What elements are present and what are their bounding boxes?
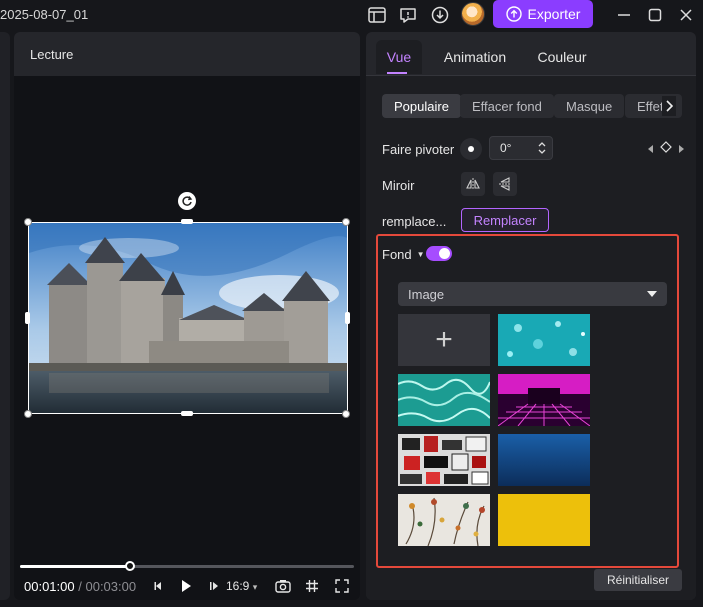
- reset-button[interactable]: Réinitialiser: [594, 569, 682, 591]
- timeline-scrubber[interactable]: [20, 561, 354, 571]
- add-background-image-button[interactable]: +: [398, 314, 490, 366]
- chevron-right-icon[interactable]: [662, 96, 676, 116]
- background-type-select[interactable]: Image: [398, 282, 667, 306]
- background-thumb-blue-gradient[interactable]: [498, 434, 590, 486]
- download-icon[interactable]: [429, 4, 451, 26]
- export-button[interactable]: Exporter: [493, 0, 593, 28]
- aspect-ratio-dropdown[interactable]: 16:9 ▾: [226, 579, 257, 593]
- next-keyframe-icon[interactable]: [678, 141, 684, 156]
- main-tab-bar: Vue Animation Couleur: [366, 32, 696, 76]
- fullscreen-icon[interactable]: [334, 578, 350, 594]
- player-header: Lecture: [14, 32, 360, 76]
- timeline-knob[interactable]: [125, 561, 136, 571]
- minimize-icon[interactable]: [613, 4, 635, 26]
- upload-icon: [505, 6, 522, 22]
- maximize-icon[interactable]: [644, 4, 666, 26]
- background-thumb-floral-pattern[interactable]: [398, 494, 490, 546]
- keyframe-controls: [648, 140, 684, 156]
- background-label: Fond: [382, 247, 412, 262]
- background-toggle-switch[interactable]: [426, 246, 452, 261]
- rotate-stepper[interactable]: [538, 140, 546, 156]
- rotate-label: Faire pivoter: [382, 142, 455, 157]
- replace-button-label: Remplacer: [473, 212, 537, 228]
- keyframe-diamond-icon[interactable]: [660, 140, 672, 156]
- rotate-dial[interactable]: [460, 138, 482, 160]
- properties-panel: Vue Animation Couleur Populaire Effacer …: [366, 32, 696, 600]
- snapshot-icon[interactable]: [275, 578, 291, 594]
- resize-handle-right[interactable]: [345, 312, 350, 324]
- tab-vue[interactable]: Vue: [376, 40, 422, 74]
- playback-controls: 00:01:00 / 00:03:00 16:9 ▾: [14, 576, 360, 596]
- time-display: 00:01:00 / 00:03:00: [24, 579, 136, 594]
- close-icon[interactable]: [675, 4, 697, 26]
- plus-icon: +: [435, 323, 453, 356]
- background-thumb-pool-water[interactable]: [398, 374, 490, 426]
- layout-icon[interactable]: [366, 4, 388, 26]
- project-title: 2025-08-07_01: [0, 7, 89, 22]
- title-bar: 2025-08-07_01 Exporter: [0, 0, 703, 30]
- play-icon[interactable]: [178, 578, 194, 594]
- subtab-effacer-fond[interactable]: Effacer fond: [460, 94, 554, 118]
- tab-label: Animation: [443, 49, 507, 65]
- replace-label: remplace...: [382, 214, 447, 229]
- feedback-icon[interactable]: [397, 4, 419, 26]
- subtab-label: Masque: [566, 98, 613, 114]
- dropdown-arrow-icon: [647, 291, 657, 297]
- background-thumb-sticker-collage[interactable]: [398, 434, 490, 486]
- subtab-label: Populaire: [394, 98, 449, 114]
- tab-label: Vue: [386, 49, 412, 65]
- player-panel: Lecture 00:01:00 / 00:03:00 16:9 ▾: [14, 32, 360, 600]
- resize-handle-top[interactable]: [181, 219, 193, 224]
- background-type-value: Image: [408, 287, 445, 302]
- subtab-label: Effacer fond: [472, 98, 542, 114]
- caret-down-icon: ▼: [416, 250, 425, 259]
- next-frame-icon[interactable]: [206, 578, 222, 594]
- subtab-populaire[interactable]: Populaire: [382, 94, 461, 118]
- flip-vertical-icon[interactable]: [493, 172, 517, 196]
- resize-handle-tr[interactable]: [342, 218, 350, 226]
- total-time: 00:03:00: [85, 579, 137, 594]
- rotate-value: 0°: [500, 141, 512, 155]
- export-label: Exporter: [527, 6, 581, 22]
- background-thumb-partial-dark[interactable]: [398, 554, 490, 560]
- background-thumb-yellow-texture[interactable]: [498, 494, 590, 546]
- resize-handle-left[interactable]: [25, 312, 30, 324]
- left-panel-edge: [0, 32, 10, 600]
- timeline-progress: [20, 565, 131, 568]
- rotate-handle-icon[interactable]: [178, 192, 196, 210]
- prev-frame-icon[interactable]: [150, 578, 166, 594]
- time-separator: /: [78, 579, 82, 594]
- background-thumb-partial-light[interactable]: [498, 554, 590, 560]
- preview-image-castle[interactable]: [28, 222, 348, 414]
- flip-horizontal-icon[interactable]: [461, 172, 485, 196]
- prev-keyframe-icon[interactable]: [648, 141, 654, 156]
- chevron-down-icon: ▾: [252, 582, 258, 592]
- app-window: 2025-08-07_01 Exporter Lecture 00:01:00 …: [0, 0, 703, 607]
- background-collapse-toggle[interactable]: Fond ▼: [382, 247, 425, 262]
- background-thumb-turquoise-bubbles[interactable]: [498, 314, 590, 366]
- toggle-knob: [439, 248, 450, 259]
- sub-tab-bar: Populaire Effacer fond Masque Effets: [382, 94, 682, 118]
- tab-couleur[interactable]: Couleur: [530, 40, 594, 74]
- background-thumb-neon-tunnel[interactable]: [498, 374, 590, 426]
- tab-animation[interactable]: Animation: [436, 40, 514, 74]
- avatar[interactable]: [461, 2, 485, 26]
- aspect-ratio-value: 16:9: [226, 579, 250, 593]
- current-time: 00:01:00: [24, 579, 75, 594]
- grid-icon[interactable]: [304, 578, 320, 594]
- resize-handle-bl[interactable]: [24, 410, 32, 418]
- reset-label: Réinitialiser: [606, 573, 670, 587]
- replace-button[interactable]: Remplacer: [461, 208, 549, 232]
- tab-label: Couleur: [537, 49, 587, 65]
- resize-handle-br[interactable]: [342, 410, 350, 418]
- mirror-label: Miroir: [382, 178, 415, 193]
- resize-handle-tl[interactable]: [24, 218, 32, 226]
- subtab-masque[interactable]: Masque: [554, 94, 625, 118]
- resize-handle-bottom[interactable]: [181, 411, 193, 416]
